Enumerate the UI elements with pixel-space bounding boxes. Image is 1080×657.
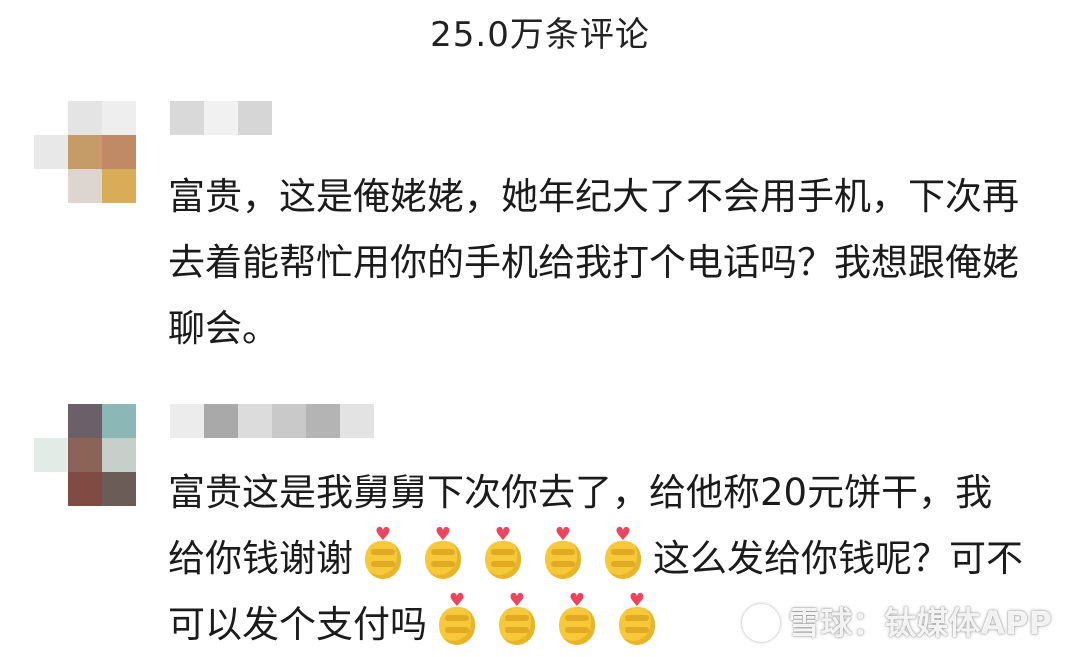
hand-icon xyxy=(619,607,655,645)
finger-heart-emoji: ♥ xyxy=(435,592,479,645)
comment-text: 富贵，这是俺姥姥，她年纪大了不会用手机，下次再去着能帮忙用你的手机给我打个电话吗… xyxy=(168,164,1028,362)
hand-icon xyxy=(545,541,581,579)
finger-heart-emoji: ♥ xyxy=(555,592,599,645)
finger-heart-emoji: ♥ xyxy=(495,592,539,645)
hand-icon xyxy=(485,541,521,579)
watermark: 雪球：钛媒体APP xyxy=(742,603,1052,643)
xueqiu-logo-icon xyxy=(742,604,781,642)
comment-text-part: 富贵，这是俺姥姥，她年纪大了不会用手机，下次再去着能帮忙用你的手机给我打个电话吗… xyxy=(168,175,1019,350)
comments-screen: 25.0万条评论 富贵，这是俺姥姥，她年纪大了不会用手机，下次再去着能帮忙用你的… xyxy=(0,0,1080,657)
hand-icon xyxy=(605,541,641,579)
watermark-text: 雪球：钛媒体APP xyxy=(788,604,1052,642)
finger-heart-emoji: ♥ xyxy=(601,526,645,579)
username[interactable] xyxy=(170,101,272,135)
username[interactable] xyxy=(170,404,374,438)
avatar[interactable] xyxy=(34,404,136,506)
avatar[interactable] xyxy=(34,101,136,203)
hand-icon xyxy=(439,607,475,645)
finger-heart-emoji: ♥ xyxy=(361,526,405,579)
hand-icon xyxy=(365,541,401,579)
finger-heart-emoji: ♥ xyxy=(481,526,525,579)
hand-icon xyxy=(425,541,461,579)
finger-heart-emoji: ♥ xyxy=(541,526,585,579)
finger-heart-emoji: ♥ xyxy=(615,592,659,645)
hand-icon xyxy=(559,607,595,645)
comment-count-title: 25.0万条评论 xyxy=(430,15,650,55)
finger-heart-emoji: ♥ xyxy=(421,526,465,579)
hand-icon xyxy=(499,607,535,645)
